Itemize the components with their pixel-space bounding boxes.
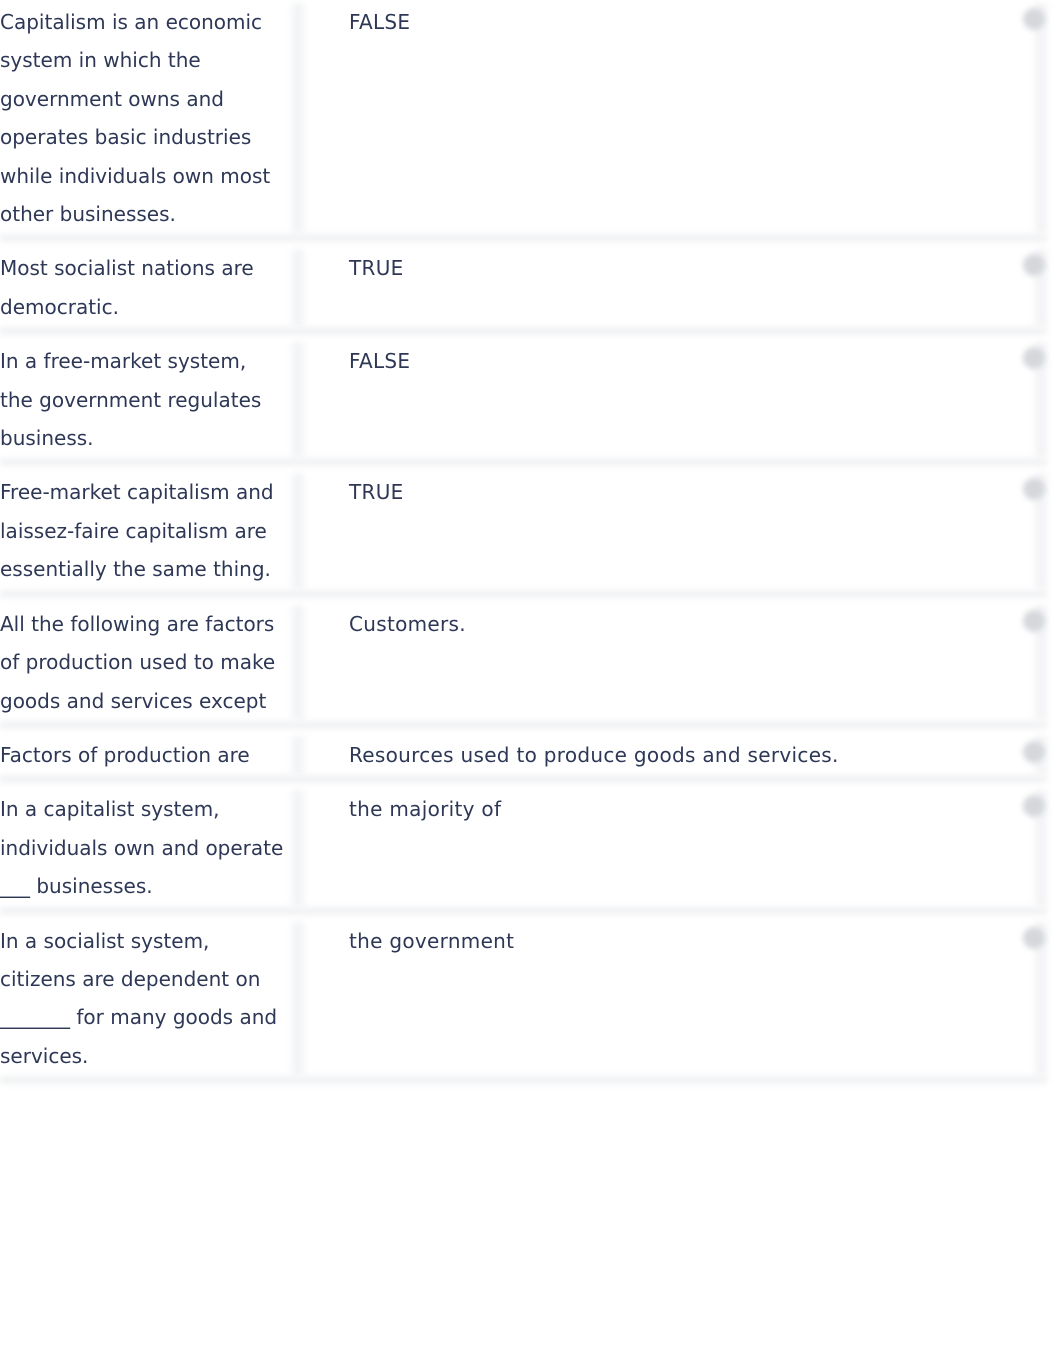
card-term: In a capitalist system, individuals own …: [0, 797, 284, 899]
card-definition: FALSE: [349, 10, 411, 34]
star-icon[interactable]: [1023, 926, 1045, 949]
card-row: Most socialist nations are democratic. T…: [0, 246, 1047, 331]
card-row: Free-market capitalism and laissez-faire…: [0, 470, 1047, 593]
card-term: In a free-market system, the government …: [0, 349, 262, 451]
column-divider: [292, 604, 304, 720]
column-divider: [292, 735, 304, 775]
star-icon[interactable]: [1023, 740, 1045, 763]
card-definition: FALSE: [349, 349, 411, 374]
card-row: In a capitalist system, individuals own …: [0, 787, 1047, 910]
column-divider: [292, 249, 304, 327]
card-row: Capitalism is an economic system in whic…: [0, 0, 1047, 238]
card-definition: the government: [349, 928, 515, 953]
column-divider: [292, 473, 304, 589]
card-row: All the following are factors of product…: [0, 602, 1047, 725]
card-definition: the majority of: [349, 797, 502, 822]
column-divider: [1035, 3, 1047, 234]
card-definition: TRUE: [349, 256, 404, 281]
star-icon[interactable]: [1023, 8, 1045, 30]
column-divider: [292, 790, 304, 906]
card-definition: Resources used to produce goods and serv…: [349, 742, 839, 767]
card-term: Most socialist nations are democratic.: [0, 256, 254, 319]
card-row: Factors of production are Resources used…: [0, 733, 1047, 779]
flashcard-list: Capitalism is an economic system in whic…: [0, 0, 1047, 1088]
column-divider: [292, 342, 304, 458]
card-definition: TRUE: [349, 480, 404, 505]
card-row: In a socialist system, citizens are depe…: [0, 919, 1047, 1081]
card-term: All the following are factors of product…: [0, 611, 276, 713]
card-term: Free-market capitalism and laissez-faire…: [0, 480, 274, 582]
card-term: Factors of production are: [0, 742, 250, 767]
card-row: In a free-market system, the government …: [0, 339, 1047, 462]
card-term: In a socialist system, citizens are depe…: [0, 928, 278, 1068]
card-definition: Customers.: [349, 611, 466, 636]
card-term: Capitalism is an economic system in whic…: [0, 10, 271, 227]
star-icon[interactable]: [1023, 609, 1045, 632]
column-divider: [292, 3, 304, 234]
column-divider: [292, 921, 304, 1076]
